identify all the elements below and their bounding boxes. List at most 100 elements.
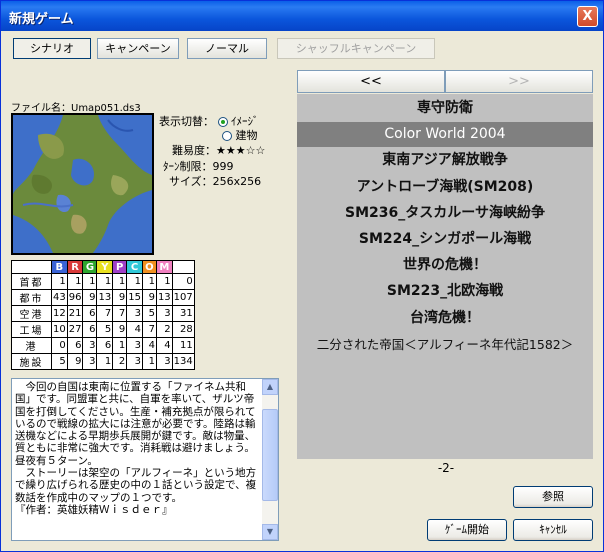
tab-shuffle-campaign[interactable]: シャッフルキャンペーン (277, 38, 435, 59)
stats-corner (11, 260, 52, 274)
stats-cell: 1 (66, 273, 84, 290)
stats-cell: 1 (155, 273, 173, 290)
stats-cell: 13 (155, 289, 173, 306)
stats-cell: 9 (112, 289, 128, 306)
stats-cell: 21 (66, 305, 84, 322)
scenario-list-item[interactable]: SM236_タスカルーサ海峡紛争 (297, 201, 593, 226)
stats-cell: 1 (82, 273, 98, 290)
stats-row-label: 施設 (11, 353, 52, 370)
stats-cell: 0 (51, 337, 68, 354)
stats-cell: 6 (82, 305, 98, 322)
radio-building[interactable] (222, 131, 232, 141)
scroll-thumb[interactable] (262, 409, 278, 501)
stats-cell: 1 (112, 337, 128, 354)
stats-row: 工場 10 27 6 5 9 4 7 2 28 (11, 321, 195, 338)
stats-row: 都市 43 96 9 13 9 15 9 13 107 (11, 289, 195, 306)
stats-cell: 107 (171, 289, 195, 306)
window-title: 新規ゲーム (9, 12, 74, 27)
col-y: Y (96, 260, 114, 274)
stats-cell: 1 (51, 273, 68, 290)
scenario-list-item[interactable]: Color World 2004 (297, 122, 593, 148)
stats-cell: 43 (51, 289, 68, 306)
stats-cell: 3 (155, 305, 173, 322)
scenario-description[interactable]: 今回の自国は東南に位置する「ファイネム共和国」です。同盟軍と共に、自軍を率いて、… (11, 378, 279, 541)
stats-cell: 0 (171, 273, 195, 290)
scenario-list-item[interactable]: 専守防衛 (297, 96, 593, 121)
scroll-up-icon[interactable]: ▲ (262, 379, 278, 395)
stats-cell: 1 (126, 273, 143, 290)
prev-page-button[interactable]: << (297, 70, 445, 93)
scenario-list: 専守防衛 Color World 2004 東南アジア解放戦争 アントローブ海戦(SM… (297, 94, 593, 459)
col-g: G (82, 260, 98, 274)
stats-cell: 31 (171, 305, 195, 322)
stats-cell: 6 (82, 321, 98, 338)
stats-cell: 7 (112, 305, 128, 322)
stats-cell: 9 (66, 353, 84, 370)
tab-normal[interactable]: ノーマル (187, 38, 267, 59)
stats-row: 港 0 6 3 6 1 3 4 4 11 (11, 337, 195, 354)
stats-cell: 27 (66, 321, 84, 338)
col-neutral (171, 260, 195, 274)
stats-cell: 5 (141, 305, 157, 322)
close-button[interactable]: X (577, 6, 598, 27)
difficulty-stars: ★★★☆☆ (216, 144, 266, 157)
scroll-down-icon[interactable]: ▼ (262, 524, 278, 540)
tab-campaign[interactable]: キャンペーン (97, 38, 179, 59)
radio-image[interactable] (217, 117, 228, 127)
page-indicator: -2- (437, 461, 455, 475)
new-game-dialog: 新規ゲーム X シナリオ キャンペーン ノーマル シャッフルキャンペーン ファイ… (0, 0, 604, 552)
stats-cell: 134 (171, 353, 195, 370)
difficulty-label: 難易度： (172, 144, 216, 157)
stats-cell: 9 (112, 321, 128, 338)
scenario-list-item[interactable]: 東南アジア解放戦争 (297, 148, 593, 173)
difficulty-row: 難易度：★★★☆☆ (172, 142, 265, 158)
stats-row: 施設 5 9 3 1 2 3 1 3 134 (11, 353, 195, 370)
stats-row-label: 港 (11, 337, 52, 354)
stats-row: 空港 12 21 6 7 7 3 5 3 31 (11, 305, 195, 322)
stats-cell: 7 (141, 321, 157, 338)
scenario-list-item[interactable]: 台湾危機！ (297, 306, 593, 331)
stats-row-label: 首都 (11, 273, 52, 290)
stats-cell: 6 (96, 337, 114, 354)
stats-cell: 13 (96, 289, 114, 306)
browse-button[interactable]: 参照 (513, 486, 593, 508)
stats-cell: 2 (155, 321, 173, 338)
stats-cell: 9 (141, 289, 157, 306)
map-image (13, 115, 152, 253)
radio-building-label[interactable]: 建物 (236, 129, 258, 142)
stats-cell: 96 (66, 289, 84, 306)
stats-cell: 4 (141, 337, 157, 354)
scenario-list-item[interactable]: 世界の危機！ (297, 253, 593, 278)
scenario-list-item[interactable]: SM224_シンガポール海戦 (297, 227, 593, 252)
stats-cell: 12 (51, 305, 68, 322)
cancel-button[interactable]: ｷｬﾝｾﾙ (513, 519, 593, 541)
description-scrollbar[interactable]: ▲ ▼ (262, 379, 278, 540)
stats-table: B R G Y P C O M 首都 1 1 1 1 1 1 1 1 0 都市 43 96 9 13 9 15 9… (11, 260, 195, 370)
scenario-list-item[interactable]: SM223_北欧海戦 (297, 279, 593, 304)
scenario-list-item[interactable]: アントローブ海戦(SM208) (297, 175, 593, 200)
stats-cell: 15 (126, 289, 143, 306)
stats-cell: 28 (171, 321, 195, 338)
start-game-button[interactable]: ｹﾞｰﾑ開始 (427, 519, 507, 541)
scenario-list-item[interactable]: 二分された帝国＜アルフィーネ年代記1582＞ (297, 332, 593, 357)
stats-cell: 4 (155, 337, 173, 354)
map-preview (11, 113, 154, 255)
stats-cell: 3 (155, 353, 173, 370)
description-text: 今回の自国は東南に位置する「ファイネム共和国」です。同盟軍と共に、自軍を率いて、… (15, 381, 257, 516)
file-name-label: ファイル名：Umap051.ds3 (11, 103, 141, 114)
tab-scenario[interactable]: シナリオ (13, 38, 91, 59)
stats-cell: 5 (51, 353, 68, 370)
stats-cell: 3 (82, 337, 98, 354)
stats-row: 首都 1 1 1 1 1 1 1 1 0 (11, 273, 195, 290)
stats-cell: 1 (141, 353, 157, 370)
stats-cell: 7 (96, 305, 114, 322)
stats-cell: 9 (82, 289, 98, 306)
stats-cell: 3 (126, 337, 143, 354)
radio-building-row: 建物 (222, 127, 258, 143)
next-page-button[interactable]: >> (445, 70, 593, 93)
display-toggle-label: 表示切替： (159, 115, 214, 128)
stats-header-row: B R G Y P C O M (11, 260, 195, 274)
title-bar[interactable]: 新規ゲーム X (1, 1, 603, 31)
stats-cell: 5 (96, 321, 114, 338)
map-size: サイズ：256x256 (169, 175, 262, 188)
